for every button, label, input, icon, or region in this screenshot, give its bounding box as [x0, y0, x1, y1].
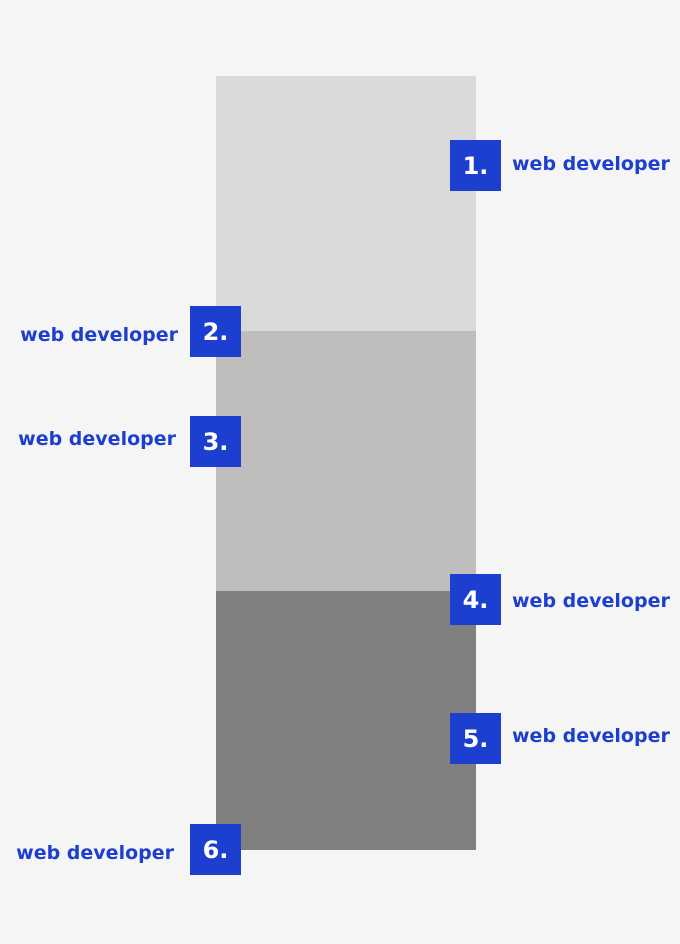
marker-label: web developer — [512, 153, 670, 175]
marker-label: web developer — [20, 324, 178, 346]
marker-number-badge: 1. — [450, 140, 501, 191]
marker-number-badge: 4. — [450, 574, 501, 625]
marker-number-badge: 6. — [190, 824, 241, 875]
marker-number-badge: 3. — [190, 416, 241, 467]
marker-number-badge: 2. — [190, 306, 241, 357]
marker-number-badge: 5. — [450, 713, 501, 764]
marker-label: web developer — [512, 725, 670, 747]
marker-label: web developer — [18, 428, 176, 450]
column-segment-dark — [216, 591, 476, 850]
marker-label: web developer — [16, 842, 174, 864]
marker-label: web developer — [512, 590, 670, 612]
column-segment-light — [216, 76, 476, 331]
column-segment-medium — [216, 331, 476, 591]
